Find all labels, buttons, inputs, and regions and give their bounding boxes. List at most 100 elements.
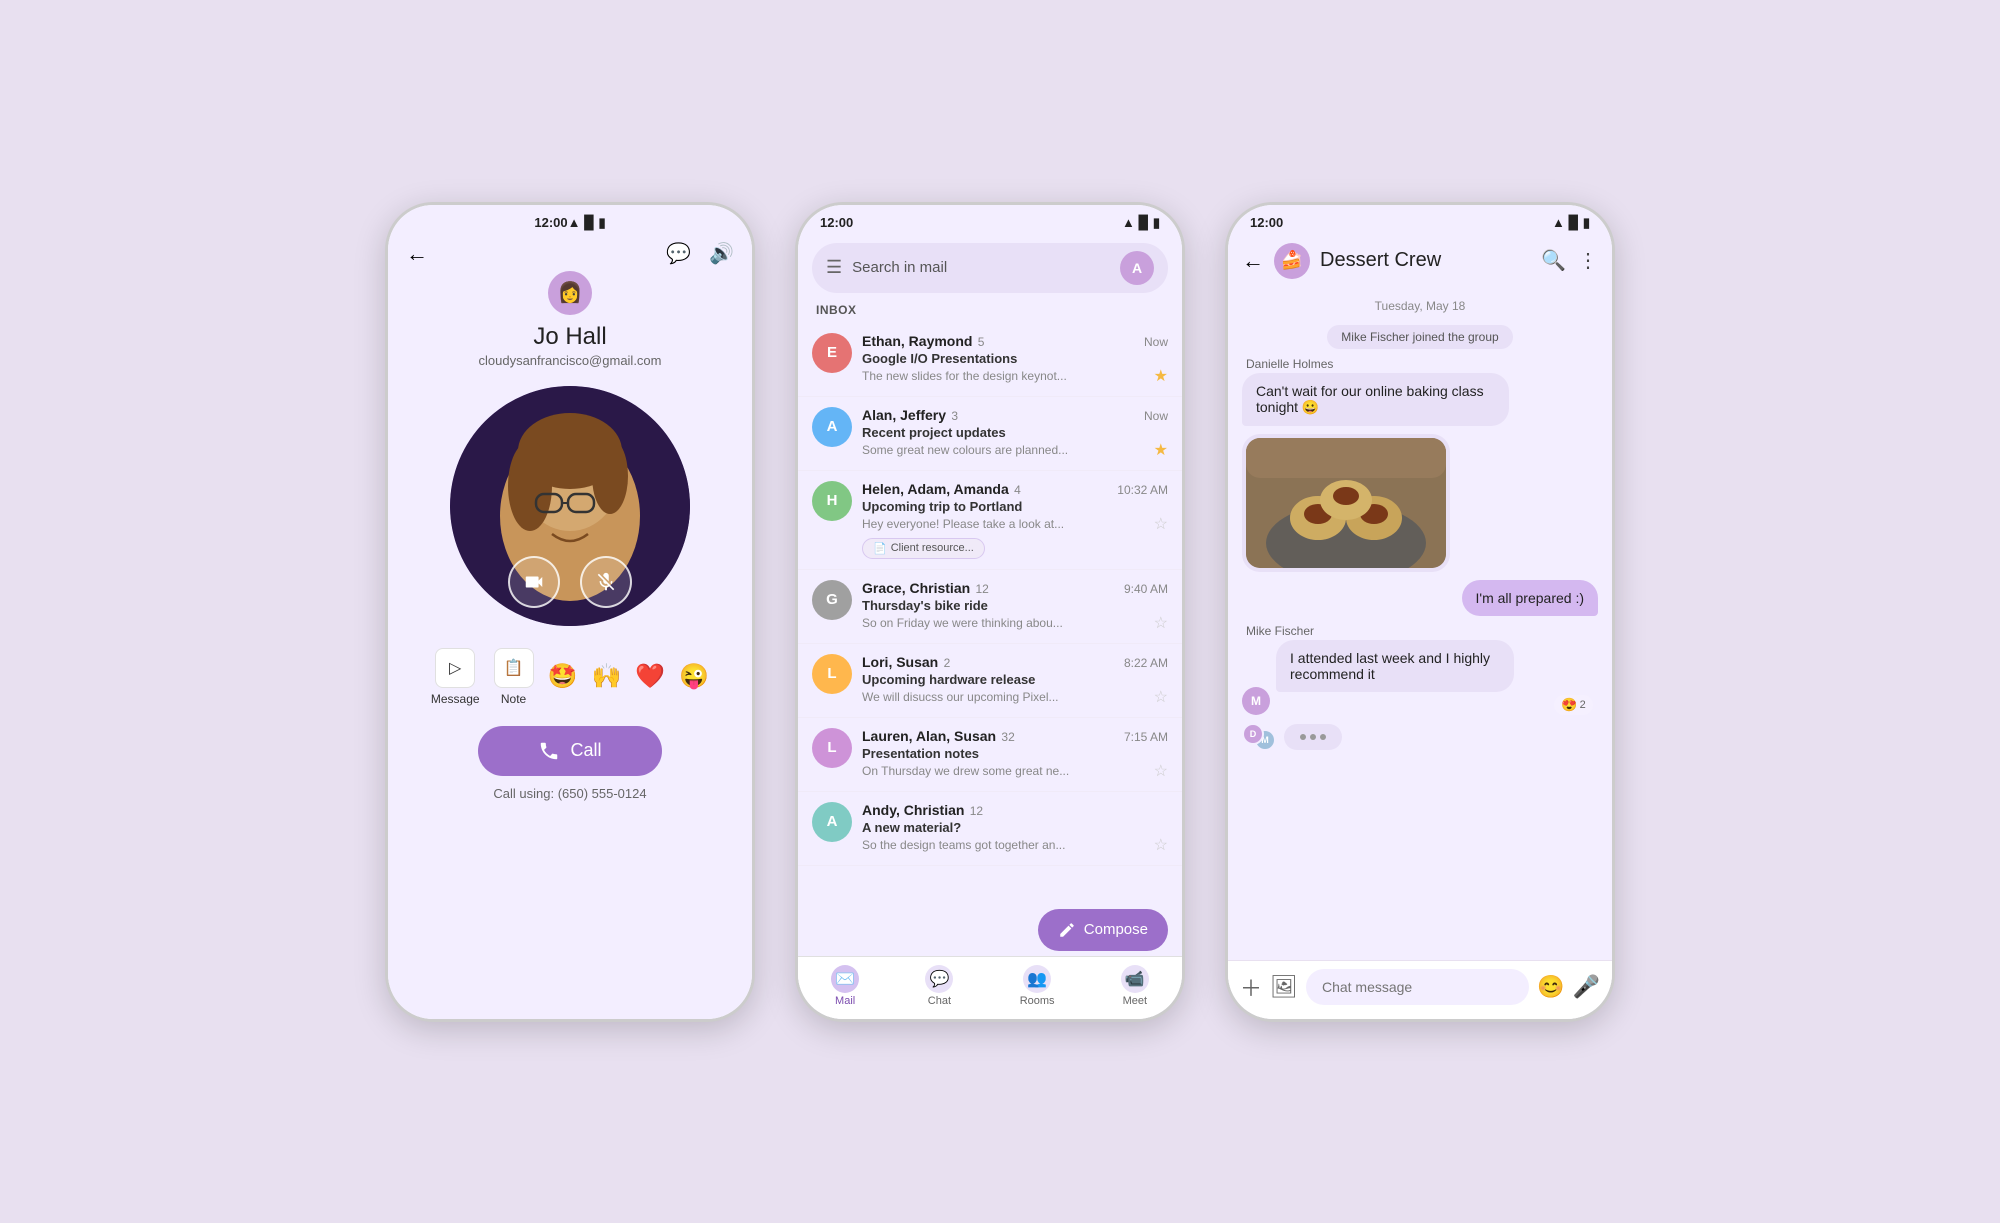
email-sender-7: Andy, Christian <box>862 802 964 818</box>
time-1: 12:00 <box>534 215 567 230</box>
signal-icons-1: ▲ ▉ ▮ <box>568 215 606 231</box>
email-avatar-1: E <box>812 333 852 373</box>
email-sender-3: Helen, Adam, Amanda <box>862 481 1009 497</box>
email-item-7[interactable]: A Andy, Christian 12 A new material? So … <box>798 792 1182 866</box>
phone-2: 12:00 ▲ ▉ ▮ ☰ Search in mail A INBOX E E… <box>795 202 1185 1022</box>
attachment-chip[interactable]: 📄Client resource... <box>862 538 985 559</box>
emoji-1[interactable]: 🤩 <box>548 662 578 691</box>
email-avatar-7: A <box>812 802 852 842</box>
email-avatar-2: A <box>812 407 852 447</box>
emoji-2[interactable]: 🙌 <box>591 662 621 691</box>
chat-back-button[interactable]: ← <box>1242 248 1264 274</box>
email-preview-3: Hey everyone! Please take a look at... <box>862 517 1064 531</box>
star-2[interactable]: ★ <box>1154 440 1168 460</box>
call-button[interactable]: Call <box>478 726 661 776</box>
bottom-nav: ✉️ Mail 💬 Chat 👥 Rooms 📹 Meet <box>798 956 1182 1019</box>
star-5[interactable]: ☆ <box>1154 687 1168 707</box>
email-item-3[interactable]: H Helen, Adam, Amanda 4 10:32 AM Upcomin… <box>798 471 1182 570</box>
emoji-3[interactable]: ❤️ <box>635 662 665 691</box>
search-placeholder-text: Search in mail <box>852 259 1110 276</box>
video-call-circle <box>450 386 690 626</box>
chat-message-input[interactable] <box>1306 969 1529 1005</box>
email-subject-6: Presentation notes <box>862 746 1168 761</box>
email-content-1: Ethan, Raymond 5 Now Google I/O Presenta… <box>862 333 1168 386</box>
header-actions: 💬 🔊 <box>666 241 734 266</box>
reaction-emoji: 😍 <box>1561 697 1577 713</box>
mail-nav-label: Mail <box>835 995 855 1007</box>
signal-icon-3: ▉ <box>1569 215 1579 231</box>
search-chat-icon[interactable]: 🔍 <box>1541 248 1566 273</box>
hamburger-icon[interactable]: ☰ <box>826 257 842 278</box>
chat-header: ← 🍰 Dessert Crew 🔍 ⋮ <box>1228 235 1612 287</box>
rooms-nav-label: Rooms <box>1020 995 1055 1007</box>
wifi-icon-2: ▲ <box>1122 215 1135 230</box>
email-preview-6: On Thursday we drew some great ne... <box>862 764 1069 778</box>
food-image-bubble <box>1242 434 1450 572</box>
wifi-icon: ▲ <box>568 215 581 230</box>
star-3[interactable]: ☆ <box>1154 514 1168 534</box>
star-6[interactable]: ☆ <box>1154 761 1168 781</box>
dot-3 <box>1320 734 1326 740</box>
email-subject-2: Recent project updates <box>862 425 1168 440</box>
phone-3: 12:00 ▲ ▉ ▮ ← 🍰 Dessert Crew 🔍 ⋮ Tuesday… <box>1225 202 1615 1022</box>
reaction-badge[interactable]: 😍 2 <box>1554 695 1592 715</box>
add-attachment-icon[interactable]: ＋ <box>1240 971 1262 1003</box>
email-subject-3: Upcoming trip to Portland <box>862 499 1168 514</box>
nav-mail[interactable]: ✉️ Mail <box>831 965 859 1007</box>
nav-meet[interactable]: 📹 Meet <box>1121 965 1149 1007</box>
email-content-2: Alan, Jeffery 3 Now Recent project updat… <box>862 407 1168 460</box>
email-time-3: 10:32 AM <box>1117 483 1168 497</box>
inbox-label: INBOX <box>798 301 1182 323</box>
sender-label-1: Danielle Holmes Can't wait for our onlin… <box>1242 357 1598 426</box>
rooms-nav-icon: 👥 <box>1023 965 1051 993</box>
email-item-5[interactable]: L Lori, Susan 2 8:22 AM Upcoming hardwar… <box>798 644 1182 718</box>
email-item-1[interactable]: E Ethan, Raymond 5 Now Google I/O Presen… <box>798 323 1182 397</box>
video-toggle-button[interactable] <box>508 556 560 608</box>
mute-toggle-button[interactable] <box>580 556 632 608</box>
battery-icon-3: ▮ <box>1583 215 1590 231</box>
email-time-6: 7:15 AM <box>1124 730 1168 744</box>
email-item-2[interactable]: A Alan, Jeffery 3 Now Recent project upd… <box>798 397 1182 471</box>
image-attach-icon[interactable]: 🖼 <box>1270 974 1298 1000</box>
message-bubble-right: I'm all prepared :) <box>1462 580 1599 616</box>
emoji-input-icon[interactable]: 😊 <box>1537 974 1564 1000</box>
message-action-button[interactable]: ▷ Message <box>431 648 480 706</box>
user-avatar[interactable]: A <box>1120 251 1154 285</box>
email-content-4: Grace, Christian 12 9:40 AM Thursday's b… <box>862 580 1168 633</box>
nav-chat[interactable]: 💬 Chat <box>925 965 953 1007</box>
star-7[interactable]: ☆ <box>1154 835 1168 855</box>
phone-1: 12:00 ▲ ▉ ▮ ← 💬 🔊 👩 Jo Hall cloudysanfra… <box>385 202 755 1022</box>
status-bar-3: 12:00 ▲ ▉ ▮ <box>1228 205 1612 235</box>
typing-indicator <box>1284 724 1342 750</box>
signal-icon-2: ▉ <box>1139 215 1149 231</box>
signal-icon: ▉ <box>584 215 594 231</box>
voice-input-icon[interactable]: 🎤 <box>1573 974 1600 1000</box>
more-options-icon[interactable]: ⋮ <box>1578 248 1598 273</box>
emoji-4[interactable]: 😜 <box>679 662 709 691</box>
note-action-button[interactable]: 📋 Note <box>494 648 534 706</box>
back-button[interactable]: ← <box>406 241 428 267</box>
dot-2 <box>1310 734 1316 740</box>
compose-button[interactable]: Compose <box>1038 909 1168 951</box>
star-4[interactable]: ☆ <box>1154 613 1168 633</box>
wifi-icon-3: ▲ <box>1552 215 1565 230</box>
nav-rooms[interactable]: 👥 Rooms <box>1020 965 1055 1007</box>
speaker-icon[interactable]: 🔊 <box>709 241 734 266</box>
status-bar-1: 12:00 ▲ ▉ ▮ <box>512 205 627 235</box>
status-bar-2: 12:00 ▲ ▉ ▮ <box>798 205 1182 235</box>
email-time-4: 9:40 AM <box>1124 582 1168 596</box>
typing-avatars: D M <box>1242 723 1278 751</box>
date-divider: Tuesday, May 18 <box>1242 299 1598 313</box>
email-item-6[interactable]: L Lauren, Alan, Susan 32 7:15 AM Present… <box>798 718 1182 792</box>
email-avatar-6: L <box>812 728 852 768</box>
email-subject-1: Google I/O Presentations <box>862 351 1168 366</box>
message-icon[interactable]: 💬 <box>666 241 691 266</box>
chat-nav-icon: 💬 <box>925 965 953 993</box>
chat-input-bar: ＋ 🖼 😊 🎤 <box>1228 960 1612 1019</box>
search-bar[interactable]: ☰ Search in mail A <box>812 243 1168 293</box>
star-1[interactable]: ★ <box>1154 366 1168 386</box>
email-content-6: Lauren, Alan, Susan 32 7:15 AM Presentat… <box>862 728 1168 781</box>
email-preview-5: We will disucss our upcoming Pixel... <box>862 690 1059 704</box>
email-sender-6: Lauren, Alan, Susan <box>862 728 996 744</box>
email-item-4[interactable]: G Grace, Christian 12 9:40 AM Thursday's… <box>798 570 1182 644</box>
